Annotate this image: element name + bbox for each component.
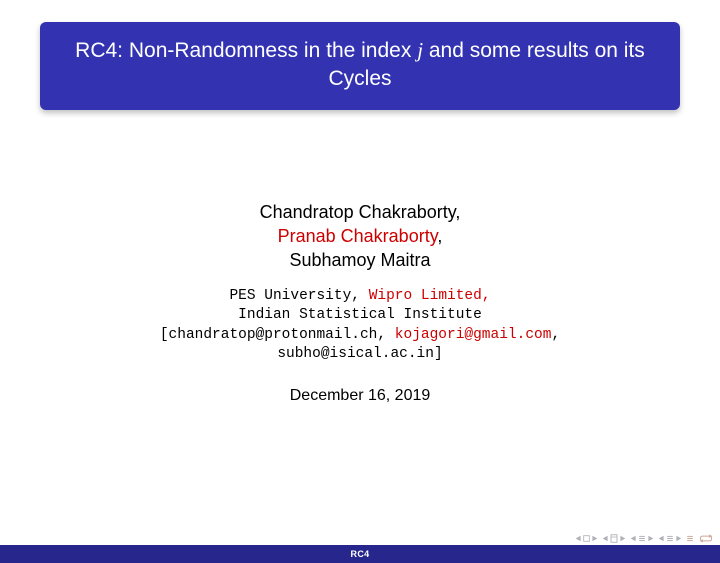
affiliation-block: PES University, Wipro Limited, Indian St…: [0, 287, 720, 365]
title-text-prefix: RC4: Non-Randomness in the index: [75, 39, 417, 62]
affil-3a: [chandratop@protonmail.ch,: [160, 327, 395, 343]
date-text: December 16, 2019: [0, 387, 720, 405]
loop-icon: [698, 534, 714, 543]
author-3: Subhamoy Maitra: [0, 248, 720, 272]
footer-bar: RC4: [0, 545, 720, 563]
footer-short-title: RC4: [351, 549, 370, 559]
affil-line-4: subho@isical.ac.in]: [0, 345, 720, 365]
affil-1a: PES University,: [229, 288, 368, 304]
affil-line-1: PES University, Wipro Limited,: [0, 287, 720, 307]
author-list: Chandratop Chakraborty, Pranab Chakrabor…: [0, 200, 720, 273]
doc-icon: [610, 534, 618, 543]
affil-line-3: [chandratop@protonmail.ch, kojagori@gmai…: [0, 326, 720, 346]
content-area: Chandratop Chakraborty, Pranab Chakrabor…: [0, 200, 720, 405]
author-2-suffix: ,: [437, 226, 442, 246]
affil-line-2: Indian Statistical Institute: [0, 306, 720, 326]
author-2: Pranab Chakraborty,: [0, 224, 720, 248]
author-2-name: Pranab Chakraborty: [278, 226, 438, 246]
affil-3b: kojagori@gmail.com: [395, 327, 552, 343]
nav-loop[interactable]: [698, 534, 714, 543]
affil-3c: ,: [551, 327, 560, 343]
title-block: RC4: Non-Randomness in the index j and s…: [40, 22, 680, 110]
affil-1b: Wipro Limited,: [369, 288, 491, 304]
beamer-nav-icons: [575, 534, 714, 543]
author-1: Chandratop Chakraborty,: [0, 200, 720, 224]
nav-prev-group[interactable]: [602, 534, 626, 543]
